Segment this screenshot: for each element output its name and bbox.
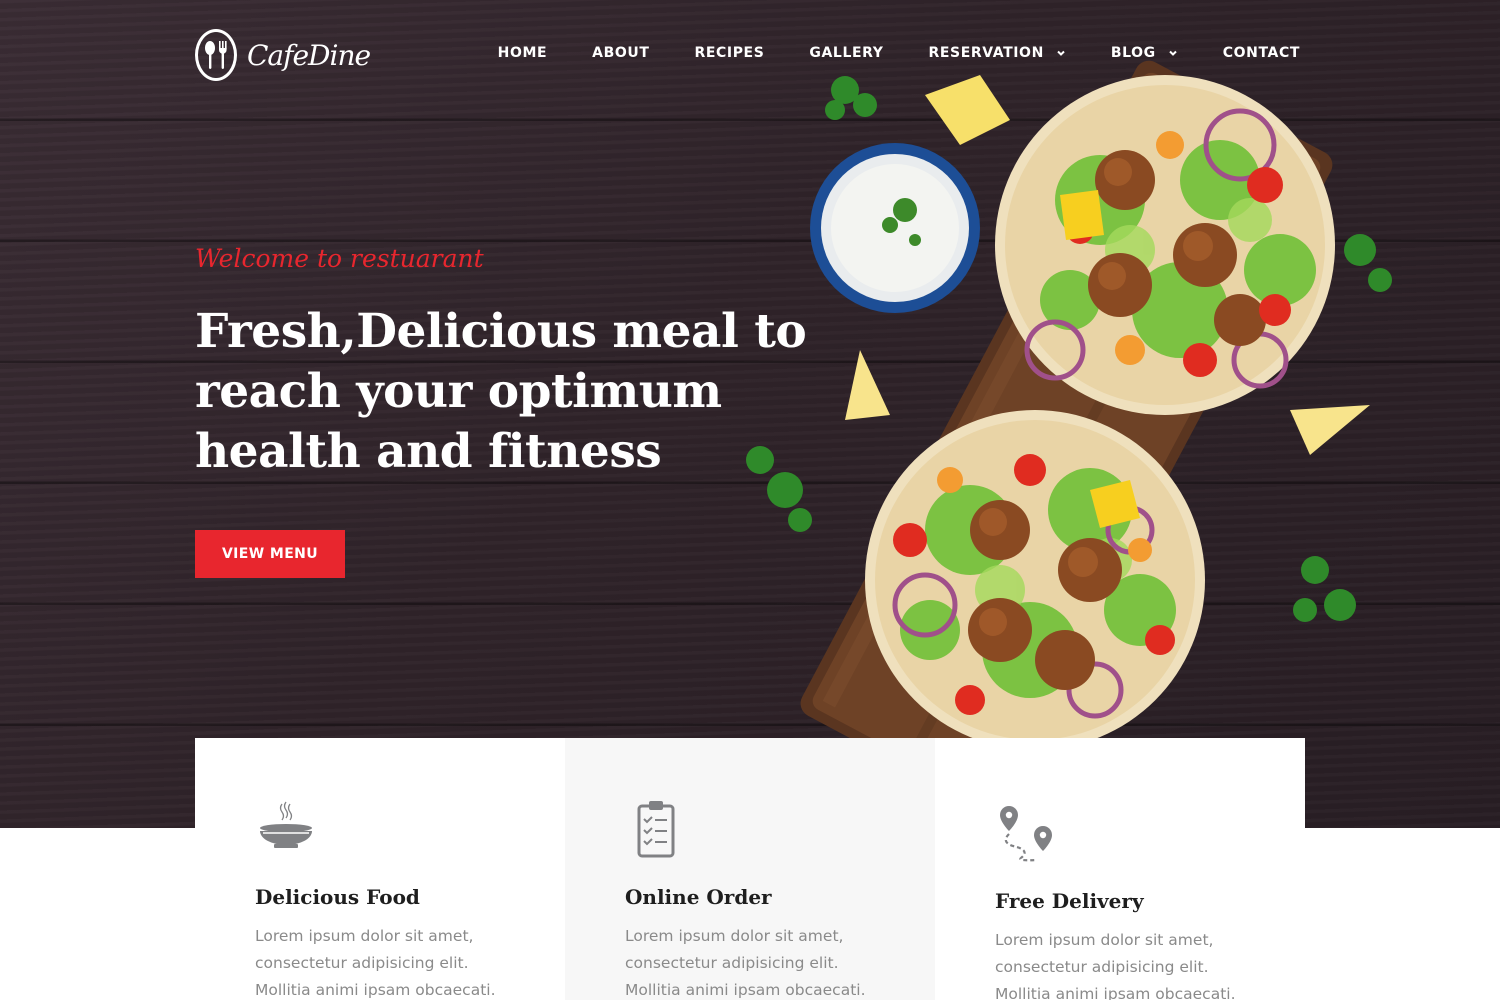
delivery-route-icon [1000,806,1052,862]
feature-title: Delicious Food [255,885,420,909]
nav-label: RECIPES [694,45,765,61]
nav-label: CONTACT [1222,45,1300,61]
nav-item-contact[interactable]: CONTACT [1223,45,1300,61]
spoon-fork-icon [195,29,237,81]
feature-title: Online Order [625,885,772,909]
feature-description: Lorem ipsum dolor sit amet, consectetur … [995,931,1236,1000]
nav-item-home[interactable]: HOME [498,45,548,61]
nav-item-about[interactable]: ABOUT [592,45,649,61]
hero-section: CafeDine HOME ABOUT RECIPES GALLERY RESE… [0,0,1500,828]
hero-welcome-text: Welcome to restuarant [195,244,484,273]
hero-headline: Fresh,Delicious meal to reach your optim… [195,304,807,479]
view-menu-button[interactable]: VIEW MENU [195,530,345,578]
nav-item-recipes[interactable]: RECIPES [694,45,764,61]
nav-item-reservation[interactable]: RESERVATION [929,45,1066,61]
nav-item-blog[interactable]: BLOG [1111,45,1178,61]
nav-item-gallery[interactable]: GALLERY [809,45,883,61]
nav-label: ABOUT [592,45,650,61]
feature-card-delicious-food: Delicious Food Lorem ipsum dolor sit ame… [195,738,565,1000]
nav-label: GALLERY [809,45,884,61]
feature-card-online-order: Online Order Lorem ipsum dolor sit amet,… [565,738,935,1000]
soup-bowl-icon [260,801,312,848]
feature-title: Free Delivery [995,889,1144,913]
chevron-down-icon [1057,50,1065,56]
site-header: CafeDine HOME ABOUT RECIPES GALLERY RESE… [195,28,1305,82]
nav-label: BLOG [1110,45,1156,61]
feature-card-free-delivery: Free Delivery Lorem ipsum dolor sit amet… [935,738,1305,1000]
nav-label: HOME [497,45,548,61]
brand-name: CafeDine [247,38,371,72]
chevron-down-icon [1169,50,1177,56]
clipboard-checklist-icon [637,801,675,858]
feature-description: Lorem ipsum dolor sit amet, consectetur … [625,927,866,999]
nav-label: RESERVATION [928,45,1044,61]
logo[interactable]: CafeDine [195,28,371,82]
main-nav: HOME ABOUT RECIPES GALLERY RESERVATION B… [498,45,1300,61]
features-section: Delicious Food Lorem ipsum dolor sit ame… [195,738,1305,1000]
feature-description: Lorem ipsum dolor sit amet, consectetur … [255,927,496,999]
